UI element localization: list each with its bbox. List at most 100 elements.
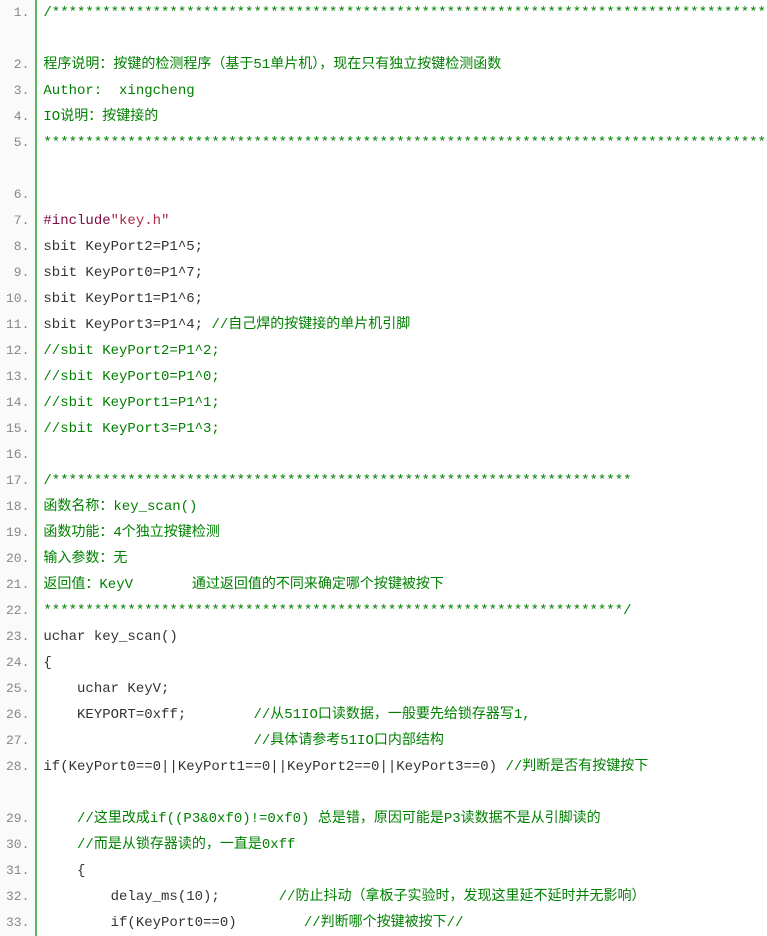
- line-number: 25.: [0, 676, 35, 702]
- code-line: ****************************************…: [37, 130, 767, 182]
- code-token: ****************************************…: [43, 135, 767, 151]
- code-token: sbit KeyPort2=P1^5;: [43, 239, 203, 255]
- code-line: [37, 442, 767, 468]
- line-number: 32.: [0, 884, 35, 910]
- code-token: 程序说明：按键的检测程序（基于51单片机），现在只有独立按键检测函数: [43, 57, 501, 73]
- line-number: 15.: [0, 416, 35, 442]
- code-token: 输入参数：无: [43, 551, 127, 567]
- line-number: 12.: [0, 338, 35, 364]
- code-line: if(KeyPort0==0) //判断哪个按键被按下//: [37, 910, 767, 936]
- code-token: sbit KeyPort1=P1^6;: [43, 291, 203, 307]
- code-token: 返回值：KeyV 通过返回值的不同来确定哪个按键被按下: [43, 577, 443, 593]
- line-number: 33.: [0, 910, 35, 936]
- line-number-gutter: 1.2.3.4.5.6.7.8.9.10.11.12.13.14.15.16.1…: [0, 0, 37, 936]
- code-line: if(KeyPort0==0||KeyPort1==0||KeyPort2==0…: [37, 754, 767, 806]
- code-token: 函数名称：key_scan(): [43, 499, 197, 515]
- line-number: 28.: [0, 754, 35, 806]
- code-editor: 1.2.3.4.5.6.7.8.9.10.11.12.13.14.15.16.1…: [0, 0, 767, 936]
- code-token: 函数功能：4个独立按键检测: [43, 525, 219, 541]
- code-token: //而是从锁存器读的，一直是0xff: [77, 837, 295, 853]
- code-token: {: [43, 863, 85, 879]
- code-line: {: [37, 650, 767, 676]
- code-token: ****************************************…: [43, 603, 631, 619]
- code-line: //而是从锁存器读的，一直是0xff: [37, 832, 767, 858]
- code-token: /***************************************…: [43, 473, 631, 489]
- code-token: KEYPORT=0xff;: [43, 707, 253, 723]
- code-token: sbit KeyPort0=P1^7;: [43, 265, 203, 281]
- code-token: //sbit KeyPort0=P1^0;: [43, 369, 219, 385]
- code-token: uchar KeyV;: [43, 681, 169, 697]
- code-token: {: [43, 655, 51, 671]
- line-number: 13.: [0, 364, 35, 390]
- line-number: 9.: [0, 260, 35, 286]
- code-token: if(KeyPort0==0): [43, 915, 303, 931]
- line-number: 17.: [0, 468, 35, 494]
- code-token: //防止抖动（拿板子实验时，发现这里延不延时并无影响）: [279, 889, 646, 905]
- code-line: delay_ms(10); //防止抖动（拿板子实验时，发现这里延不延时并无影响…: [37, 884, 767, 910]
- code-token: [43, 733, 253, 749]
- code-token: IO说明：按键接的: [43, 109, 158, 125]
- code-line: //sbit KeyPort1=P1^1;: [37, 390, 767, 416]
- code-line: 返回值：KeyV 通过返回值的不同来确定哪个按键被按下: [37, 572, 767, 598]
- line-number: 16.: [0, 442, 35, 468]
- line-number: 29.: [0, 806, 35, 832]
- code-line: sbit KeyPort0=P1^7;: [37, 260, 767, 286]
- code-line: sbit KeyPort3=P1^4; //自己焊的按键接的单片机引脚: [37, 312, 767, 338]
- line-number: 27.: [0, 728, 35, 754]
- code-token: sbit KeyPort3=P1^4;: [43, 317, 211, 333]
- code-line: ****************************************…: [37, 598, 767, 624]
- code-token: //sbit KeyPort3=P1^3;: [43, 421, 219, 437]
- line-number: 10.: [0, 286, 35, 312]
- line-number: 5.: [0, 130, 35, 182]
- code-token: [43, 811, 77, 827]
- code-token: //判断是否有按键按下: [505, 759, 648, 775]
- code-line: IO说明：按键接的: [37, 104, 767, 130]
- code-line: #include"key.h": [37, 208, 767, 234]
- code-token: //具体请参考51IO口内部结构: [253, 733, 443, 749]
- line-number: 26.: [0, 702, 35, 728]
- code-token: [43, 447, 51, 463]
- code-token: //从51IO口读数据，一般要先给锁存器写1,: [253, 707, 530, 723]
- code-line: //sbit KeyPort3=P1^3;: [37, 416, 767, 442]
- code-token: if(KeyPort0==0||KeyPort1==0||KeyPort2==0…: [43, 759, 505, 775]
- line-number: 3.: [0, 78, 35, 104]
- line-number: 20.: [0, 546, 35, 572]
- code-line: 函数名称：key_scan(): [37, 494, 767, 520]
- code-token: delay_ms(10);: [43, 889, 278, 905]
- code-token: //sbit KeyPort2=P1^2;: [43, 343, 219, 359]
- line-number: 30.: [0, 832, 35, 858]
- code-token: //这里改成if((P3&0xf0)!=0xf0) 总是错，原因可能是P3读数据…: [77, 811, 601, 827]
- code-line: uchar KeyV;: [37, 676, 767, 702]
- code-line: KEYPORT=0xff; //从51IO口读数据，一般要先给锁存器写1,: [37, 702, 767, 728]
- code-line: //sbit KeyPort0=P1^0;: [37, 364, 767, 390]
- code-line: //sbit KeyPort2=P1^2;: [37, 338, 767, 364]
- line-number: 8.: [0, 234, 35, 260]
- code-token: //判断哪个按键被按下//: [304, 915, 464, 931]
- code-line: 输入参数：无: [37, 546, 767, 572]
- code-token: //sbit KeyPort1=P1^1;: [43, 395, 219, 411]
- line-number: 22.: [0, 598, 35, 624]
- line-number: 21.: [0, 572, 35, 598]
- line-number: 24.: [0, 650, 35, 676]
- code-line: //具体请参考51IO口内部结构: [37, 728, 767, 754]
- code-line: sbit KeyPort2=P1^5;: [37, 234, 767, 260]
- code-line: /***************************************…: [37, 0, 767, 52]
- code-line: Author: xingcheng: [37, 78, 767, 104]
- line-number: 23.: [0, 624, 35, 650]
- code-token: [43, 187, 51, 203]
- code-line: sbit KeyPort1=P1^6;: [37, 286, 767, 312]
- line-number: 2.: [0, 52, 35, 78]
- code-line: uchar key_scan(): [37, 624, 767, 650]
- code-line: //这里改成if((P3&0xf0)!=0xf0) 总是错，原因可能是P3读数据…: [37, 806, 767, 832]
- line-number: 19.: [0, 520, 35, 546]
- line-number: 11.: [0, 312, 35, 338]
- code-line: 函数功能：4个独立按键检测: [37, 520, 767, 546]
- line-number: 7.: [0, 208, 35, 234]
- code-line: /***************************************…: [37, 468, 767, 494]
- code-token: uchar key_scan(): [43, 629, 177, 645]
- line-number: 14.: [0, 390, 35, 416]
- line-number: 6.: [0, 182, 35, 208]
- code-token: /***************************************…: [43, 5, 767, 21]
- code-token: Author: xingcheng: [43, 83, 194, 99]
- code-line: [37, 182, 767, 208]
